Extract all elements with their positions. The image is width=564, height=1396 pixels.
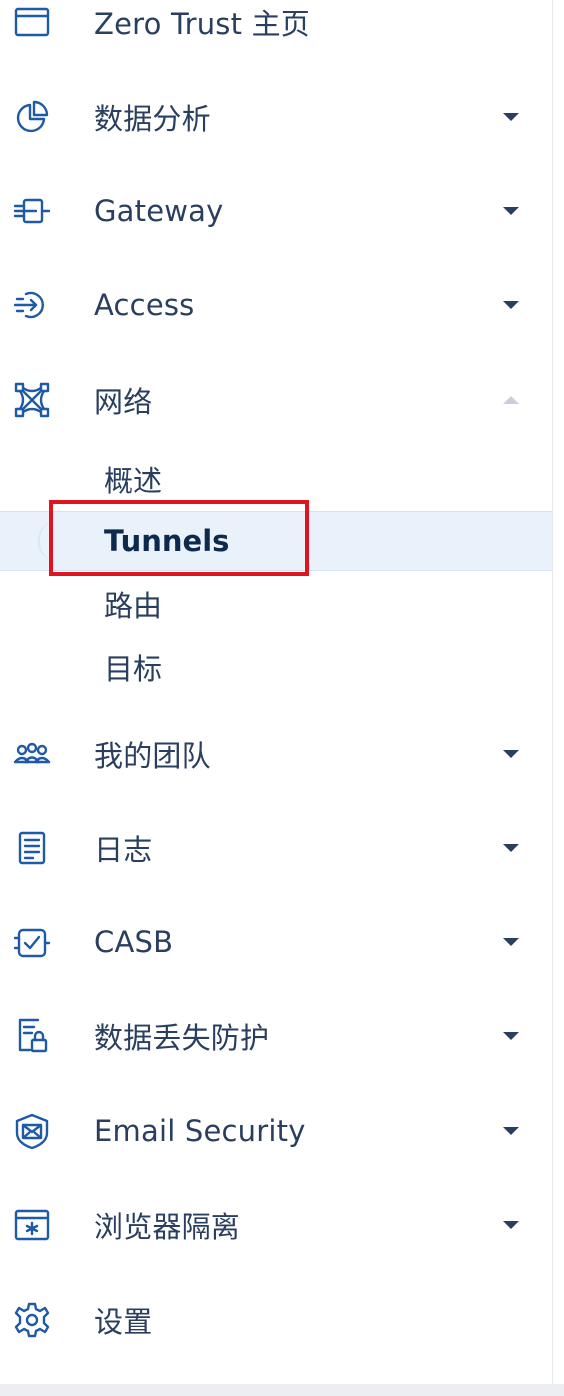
- sidebar-item-home[interactable]: Zero Trust 主页: [0, 0, 552, 52]
- sidebar-subitem-tunnels[interactable]: Tunnels: [0, 511, 552, 571]
- chevron-down-icon: [503, 750, 519, 758]
- sidebar-item-label: Email Security: [94, 1114, 306, 1148]
- chevron-down-icon: [503, 1127, 519, 1135]
- sidebar-subitem-label: Tunnels: [104, 524, 230, 558]
- gateway-icon: [10, 189, 54, 233]
- gear-icon: [10, 1298, 54, 1342]
- sidebar-item-browser-isolation[interactable]: 浏览器隔离: [0, 1195, 552, 1255]
- sidebar-item-dlp[interactable]: 数据丢失防护: [0, 1006, 552, 1066]
- chevron-down-icon: [503, 1032, 519, 1040]
- casb-icon: [10, 920, 54, 964]
- access-icon: [10, 283, 54, 327]
- sidebar-item-label: 日志: [94, 833, 153, 867]
- team-icon: [10, 732, 54, 776]
- sidebar-item-label: CASB: [94, 925, 174, 959]
- sidebar-item-label: 数据分析: [94, 102, 211, 136]
- chevron-up-icon: [503, 396, 519, 404]
- chevron-down-icon: [503, 844, 519, 852]
- sidebar-item-label: 数据丢失防护: [94, 1021, 270, 1055]
- sidebar-item-label: 设置: [94, 1305, 153, 1339]
- sidebar-item-network[interactable]: 网络: [0, 370, 552, 430]
- sidebar-subitem-overview[interactable]: 概述: [0, 450, 552, 508]
- pie-chart-icon: [10, 95, 54, 139]
- chevron-down-icon: [503, 1221, 519, 1229]
- email-security-icon: [10, 1109, 54, 1153]
- sidebar-item-settings[interactable]: 设置: [0, 1290, 552, 1350]
- chevron-down-icon: [503, 301, 519, 309]
- chevron-down-icon: [503, 207, 519, 215]
- chevron-down-icon: [503, 113, 519, 121]
- sidebar-subitem-label: 路由: [104, 589, 163, 623]
- sidebar-item-access[interactable]: Access: [0, 275, 552, 335]
- sidebar-item-label: 我的团队: [94, 739, 211, 773]
- sidebar-subitem-label: 目标: [104, 652, 163, 686]
- sidebar-nav: Zero Trust 主页 数据分析 Gateway Access 网络 概述 …: [0, 0, 553, 1384]
- dlp-icon: [10, 1014, 54, 1058]
- sidebar-item-label: Access: [94, 288, 195, 322]
- sidebar-item-email-security[interactable]: Email Security: [0, 1101, 552, 1161]
- sidebar-item-label: 浏览器隔离: [94, 1210, 241, 1244]
- sidebar-item-label: 网络: [94, 385, 153, 419]
- sidebar-item-logs[interactable]: 日志: [0, 818, 552, 878]
- logs-icon: [10, 826, 54, 870]
- sidebar-item-label: Zero Trust 主页: [94, 7, 311, 41]
- active-indicator: [38, 520, 80, 562]
- chevron-down-icon: [503, 938, 519, 946]
- sidebar-item-team[interactable]: 我的团队: [0, 724, 552, 784]
- sidebar-item-analytics[interactable]: 数据分析: [0, 87, 552, 147]
- network-icon: [10, 378, 54, 422]
- browser-isolation-icon: [10, 1203, 54, 1247]
- sidebar-item-gateway[interactable]: Gateway: [0, 181, 552, 241]
- browser-window-icon: [10, 0, 54, 44]
- sidebar-subitem-label: 概述: [104, 464, 163, 498]
- sidebar-subitem-routes[interactable]: 路由: [0, 575, 552, 633]
- bottom-divider: [0, 1384, 564, 1396]
- sidebar-item-casb[interactable]: CASB: [0, 912, 552, 972]
- sidebar-item-label: Gateway: [94, 194, 224, 228]
- sidebar-subitem-targets[interactable]: 目标: [0, 638, 552, 696]
